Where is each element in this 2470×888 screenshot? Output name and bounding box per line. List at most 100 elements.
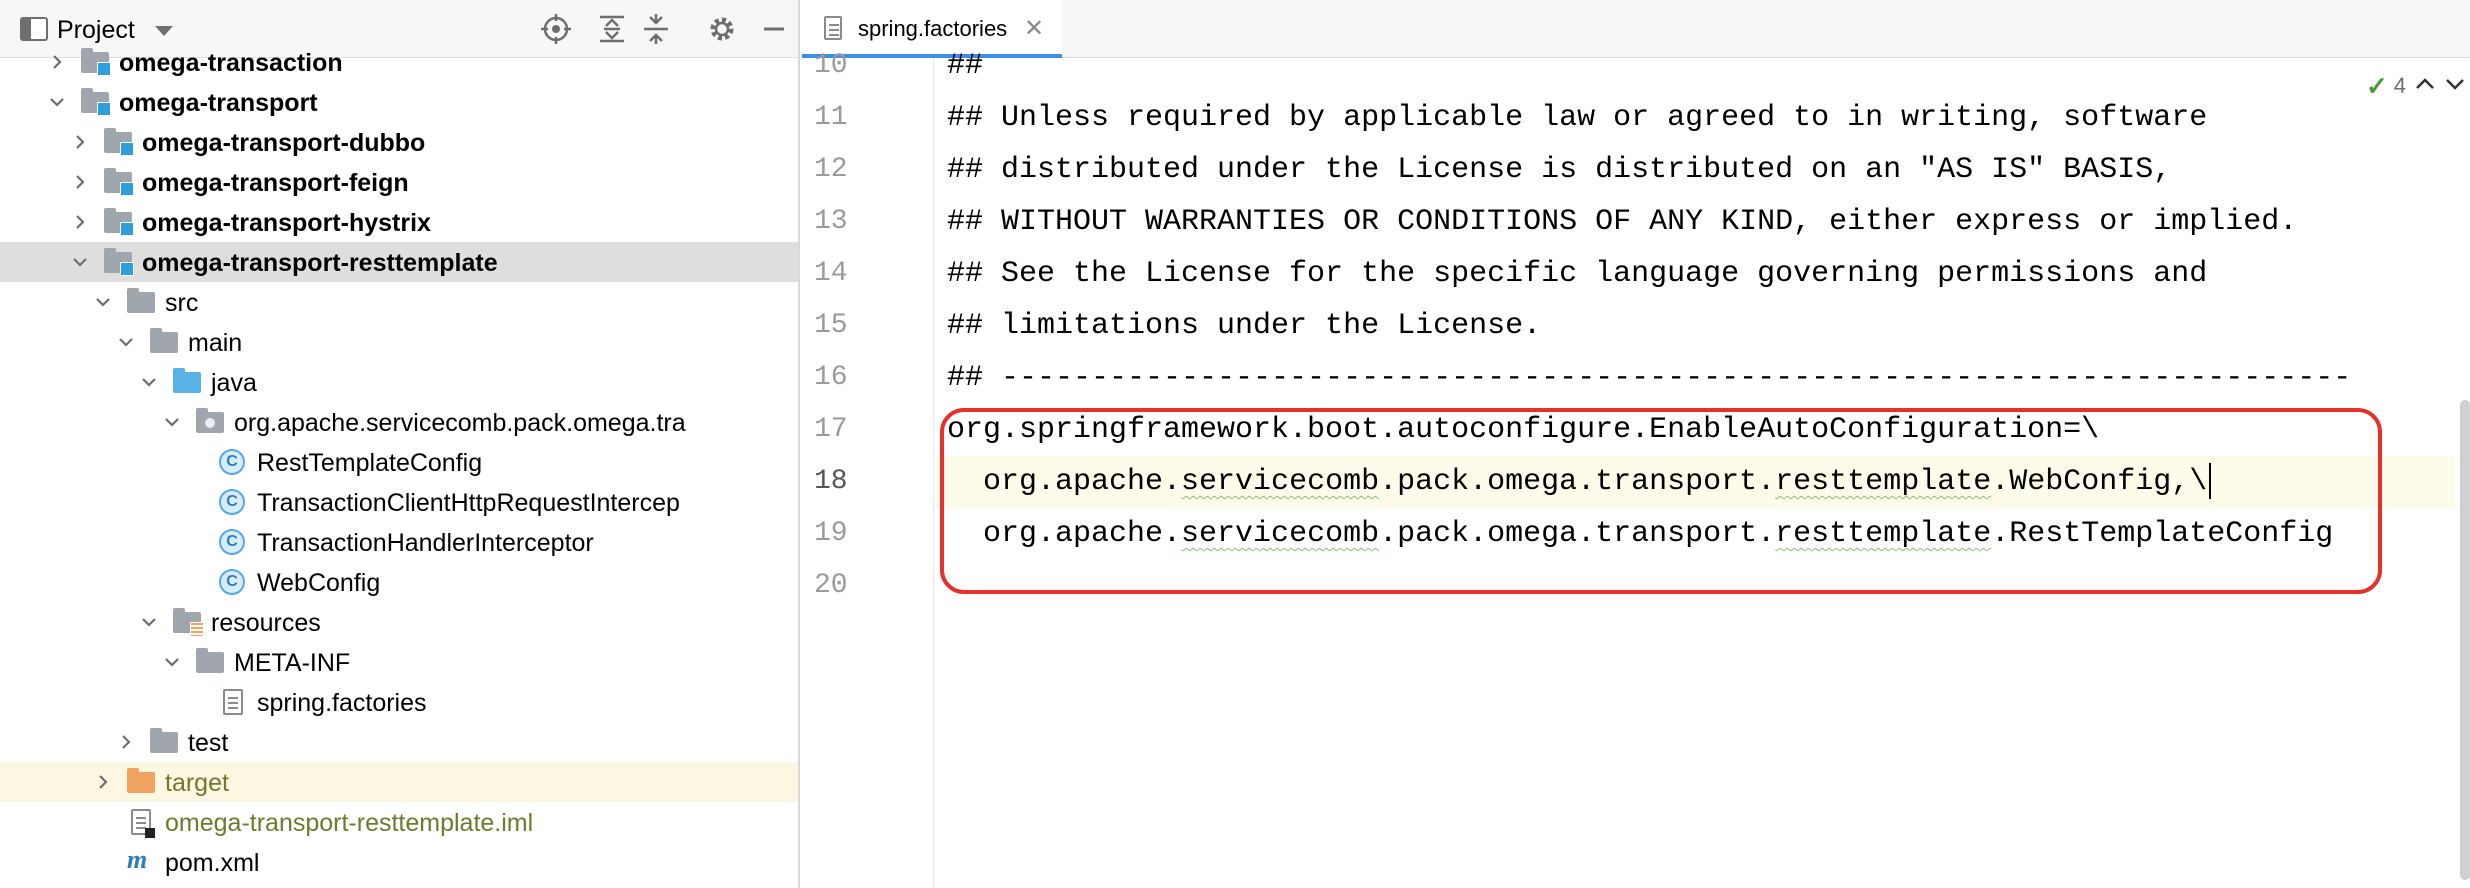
code-line[interactable]: ## -------------------------------------… bbox=[935, 352, 2455, 404]
tree-item[interactable]: omega-transport-resttemplate.iml bbox=[0, 802, 798, 842]
chevron-right-icon[interactable] bbox=[117, 733, 135, 751]
chevron-down-icon[interactable] bbox=[2440, 66, 2470, 102]
expand-all-icon[interactable] bbox=[596, 13, 628, 45]
tree-item[interactable]: omega-transport-dubbo bbox=[0, 122, 798, 162]
vertical-scrollbar[interactable] bbox=[2460, 400, 2470, 880]
code-token: org.apache. bbox=[947, 465, 1182, 499]
chevron-down-icon[interactable] bbox=[94, 293, 112, 311]
chevron-down-icon[interactable] bbox=[163, 653, 181, 671]
chevron-down-icon[interactable] bbox=[117, 333, 135, 351]
gear-icon[interactable] bbox=[706, 13, 738, 45]
tree-item[interactable]: C RestTemplateConfig bbox=[0, 442, 798, 482]
code-line[interactable]: org.apache.servicecomb.pack.omega.transp… bbox=[935, 508, 2455, 560]
code-token: .WebConfig,\ bbox=[1991, 465, 2208, 499]
chevron-right-icon[interactable] bbox=[48, 53, 66, 71]
tree-item[interactable]: omega-transaction bbox=[0, 42, 798, 82]
spellcheck-word: resttemplate bbox=[1775, 517, 1992, 551]
chevron-down-icon[interactable] bbox=[71, 253, 89, 271]
module-file-icon bbox=[131, 809, 155, 838]
folder-icon bbox=[150, 328, 178, 353]
code-line[interactable] bbox=[935, 560, 2455, 612]
code-area[interactable]: ## ## Unless required by applicable law o… bbox=[935, 49, 2470, 888]
tree-item[interactable]: org.apache.servicecomb.pack.omega.tra bbox=[0, 402, 798, 442]
tab-label: spring.factories bbox=[858, 16, 1008, 41]
tree-item-label: src bbox=[165, 289, 199, 317]
line-number: 11 bbox=[814, 102, 848, 133]
java-class-icon: C bbox=[219, 529, 245, 555]
chevron-right-icon[interactable] bbox=[71, 133, 89, 151]
code-line[interactable]: ## WITHOUT WARRANTIES OR CONDITIONS OF A… bbox=[935, 196, 2455, 248]
tree-item[interactable]: omega-transport-hystrix bbox=[0, 202, 798, 242]
inspection-widget[interactable]: ✓ 4 bbox=[2366, 66, 2406, 106]
file-icon bbox=[223, 689, 243, 715]
code-line[interactable]: ## limitations under the License. bbox=[935, 300, 2455, 352]
tree-item-label: target bbox=[165, 769, 229, 797]
java-class-icon: C bbox=[219, 569, 245, 595]
folder-icon bbox=[127, 768, 155, 793]
tree-item[interactable]: src bbox=[0, 282, 798, 322]
code-token: .RestTemplateConfig bbox=[1991, 517, 2334, 551]
chevron-right-icon[interactable] bbox=[71, 213, 89, 231]
tree-item[interactable]: C WebConfig bbox=[0, 562, 798, 602]
line-number: 10 bbox=[814, 50, 848, 81]
chevron-up-icon[interactable] bbox=[2410, 66, 2440, 102]
tree-item-label: omega-transport-feign bbox=[142, 169, 409, 197]
line-number-gutter[interactable]: 10 11 12 13 14 15 16 17 18 19 20 bbox=[802, 50, 934, 888]
folder-icon bbox=[104, 248, 134, 276]
tree-item[interactable]: C TransactionHandlerInterceptor bbox=[0, 522, 798, 562]
close-icon[interactable]: ✕ bbox=[1024, 14, 1044, 43]
tree-item-label: omega-transport-dubbo bbox=[142, 129, 426, 157]
tree-item[interactable]: C TransactionClientHttpRequestIntercep bbox=[0, 482, 798, 522]
tree-item[interactable]: omega-transport bbox=[0, 82, 798, 122]
tree-item[interactable]: m pom.xml bbox=[0, 842, 798, 882]
tree-item-label: org.apache.servicecomb.pack.omega.tra bbox=[234, 409, 686, 437]
code-text: ## bbox=[947, 49, 984, 83]
folder-icon bbox=[196, 408, 224, 433]
checkmark-icon: ✓ bbox=[2365, 70, 2388, 101]
tree-item-label: omega-transport-resttemplate.iml bbox=[165, 809, 534, 837]
chevron-right-icon[interactable] bbox=[71, 173, 89, 191]
chevron-down-icon[interactable] bbox=[140, 613, 158, 631]
chevron-right-icon[interactable] bbox=[94, 773, 112, 791]
tree-item-label: pom.xml bbox=[165, 849, 260, 877]
collapse-all-icon[interactable] bbox=[640, 13, 672, 45]
tree-item[interactable]: test bbox=[0, 722, 798, 762]
tree-item[interactable]: resources bbox=[0, 602, 798, 642]
code-token: .pack.omega.transport. bbox=[1379, 465, 1776, 499]
code-token: org.apache. bbox=[947, 517, 1182, 551]
folder-icon bbox=[104, 168, 134, 196]
select-opened-file-icon[interactable] bbox=[540, 13, 572, 45]
code-line[interactable]: org.springframework.boot.autoconfigure.E… bbox=[935, 404, 2455, 456]
tree-item[interactable]: target bbox=[0, 762, 798, 802]
text-caret bbox=[2209, 463, 2212, 500]
tree-item-label: TransactionClientHttpRequestIntercep bbox=[257, 489, 680, 517]
folder-icon bbox=[173, 368, 201, 393]
maven-icon: m bbox=[127, 845, 148, 874]
code-line[interactable]: ## bbox=[935, 40, 2455, 92]
code-line[interactable]: ## distributed under the License is dist… bbox=[935, 144, 2455, 196]
folder-icon bbox=[81, 88, 111, 116]
chevron-down-icon[interactable] bbox=[163, 413, 181, 431]
tree-item[interactable]: omega-transport-feign bbox=[0, 162, 798, 202]
tree-item[interactable]: omega-transport-resttemplate bbox=[0, 242, 798, 282]
chevron-down-icon[interactable] bbox=[48, 93, 66, 111]
folder-icon bbox=[150, 728, 178, 753]
hide-panel-icon[interactable] bbox=[758, 13, 790, 45]
java-class-icon: C bbox=[219, 489, 245, 515]
code-line[interactable]: org.apache.servicecomb.pack.omega.transp… bbox=[935, 456, 2455, 508]
tree-item[interactable]: main bbox=[0, 322, 798, 362]
line-number: 16 bbox=[814, 362, 848, 393]
chevron-down-icon[interactable] bbox=[140, 373, 158, 391]
line-number: 19 bbox=[814, 518, 848, 549]
tree-item[interactable]: spring.factories bbox=[0, 682, 798, 722]
line-number: 17 bbox=[814, 414, 848, 445]
tree-item[interactable]: java bbox=[0, 362, 798, 402]
code-text: ## limitations under the License. bbox=[947, 309, 1542, 343]
project-view-selector[interactable]: Project bbox=[57, 16, 135, 45]
tree-item[interactable]: META-INF bbox=[0, 642, 798, 682]
line-number: 13 bbox=[814, 206, 848, 237]
inspection-count: 4 bbox=[2393, 73, 2406, 98]
code-line[interactable]: ## Unless required by applicable law or … bbox=[935, 92, 2455, 144]
code-line[interactable]: ## See the License for the specific lang… bbox=[935, 248, 2455, 300]
chevron-down-icon[interactable] bbox=[155, 26, 173, 36]
